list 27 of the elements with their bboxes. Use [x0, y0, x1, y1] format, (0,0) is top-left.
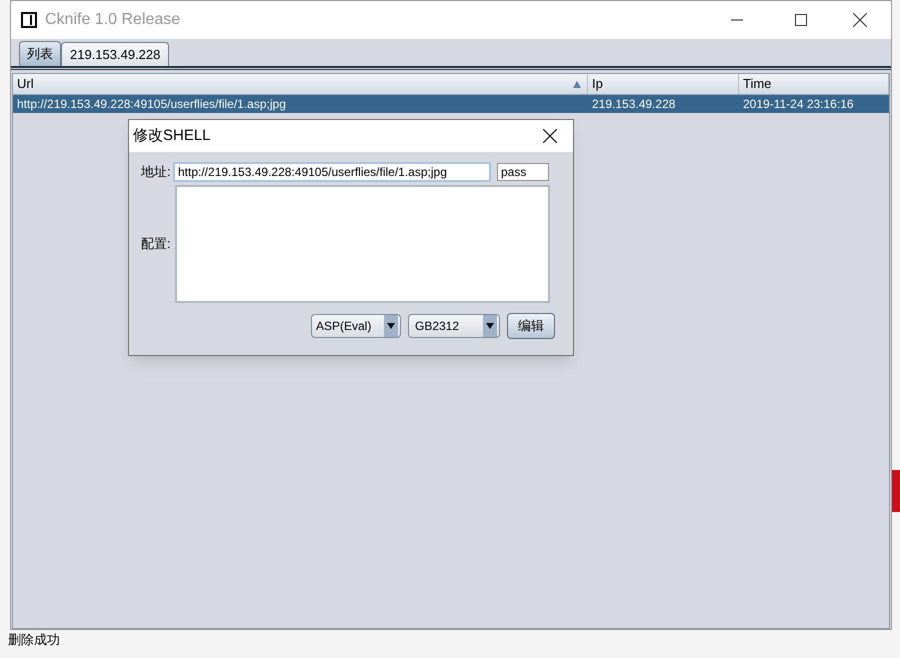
tab[interactable]: 列表 [19, 41, 61, 66]
column-header[interactable]: Time [743, 74, 884, 94]
close-icon[interactable] [853, 13, 867, 27]
caret-icon [384, 315, 398, 337]
table-row[interactable]: http://219.153.49.228:49105/userflies/file/1.asp;jpg 219.153.49.228 2019-11-24 23:16:16 [13, 95, 889, 113]
encoding-dropdown[interactable]: GB2312 [408, 314, 500, 338]
maximize-icon[interactable] [795, 14, 807, 26]
column-header[interactable]: Ip [592, 74, 734, 94]
table-cell: 219.153.49.228 [592, 97, 676, 111]
caret-icon [483, 315, 497, 337]
table-cell: http://219.153.49.228:49105/userflies/file/1.asp;jpg [17, 97, 286, 111]
url-field[interactable]: http://219.153.49.228:49105/userflies/file/1.asp;jpg [173, 162, 491, 182]
close-icon[interactable] [543, 129, 557, 143]
window-title: Cknife 1.0 Release [45, 10, 180, 30]
background-bar [892, 470, 900, 512]
table-cell: 2019-11-24 23:16:16 [743, 97, 854, 111]
column-header[interactable]: Url [17, 74, 573, 94]
dialog-title: 修改SHELL [133, 126, 211, 146]
password-field[interactable]: pass [497, 163, 549, 181]
window-icon [21, 12, 37, 28]
status-text: 删除成功 [8, 632, 60, 648]
type-dropdown[interactable]: ASP(Eval) [311, 314, 401, 338]
edit-button[interactable]: 编辑 [507, 313, 555, 339]
config-label: 配置: [141, 235, 172, 254]
tab[interactable]: 219.153.49.228 [61, 42, 170, 66]
config-field[interactable] [175, 185, 550, 303]
address-label: 地址: [141, 163, 172, 182]
